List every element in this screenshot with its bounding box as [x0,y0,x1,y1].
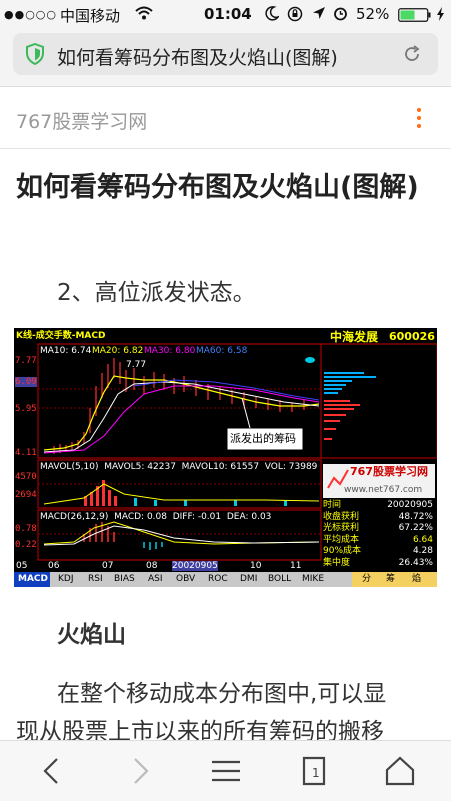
price-label-high: 7.77 [15,356,37,366]
stats-label: 时间 [323,500,342,510]
stats-value: 48.72% [398,511,433,522]
charging-icon [436,7,445,25]
distribution-annotation: 派发出的筹码 [230,432,296,445]
signal-strength: ●●○○○ [4,8,57,21]
macd-label-low: 0.22 [15,540,37,550]
chart-tab: OBV [176,574,196,584]
stats-value: 20020905 [387,500,433,510]
ma10-label: MA10: 6.74 [40,346,92,356]
menu-icon[interactable] [208,753,244,789]
stats-row: 光标获利 67.22% [323,523,435,535]
browser-toolbar: 如何看筹码分布图及火焰山(图解) [0,28,451,87]
x-label: 05 [16,561,28,571]
chart-tab: RSI [88,574,103,584]
alarm-icon [333,6,348,25]
price-label-cursor: 6.09 [15,377,37,387]
reload-icon[interactable] [402,44,422,68]
x-label: 06 [48,561,60,571]
chip-stats-table: 时间 20020905 收盘获利 48.72% 光标获利 67.22% 平均成本 6.6… [323,500,435,569]
stats-value: 26.43% [398,557,433,568]
chart-tab: ROC [208,574,228,584]
stats-label: 集中度 [323,557,351,568]
chart-tab: ASI [148,574,163,584]
rotation-lock-icon [287,6,303,26]
back-icon[interactable] [34,753,70,789]
address-bar[interactable]: 如何看筹码分布图及火焰山(图解) [13,33,438,75]
x-label-cursor: 20020905 [172,561,218,571]
stats-label: 90%成本 [323,546,362,556]
clock: 01:04 [204,5,252,23]
x-label: 11 [290,561,302,571]
chart-tab: DMI [240,574,258,584]
battery-icon [398,8,432,26]
ma30-label: MA30: 6.80 [144,346,196,356]
section-label: 2、高位派发状态。 [57,280,256,306]
chart-tab: KDJ [58,574,74,584]
stats-value: 4.28 [412,546,433,556]
tabs-icon[interactable]: 1 [296,753,332,789]
watermark-title: 767股票学习网 [350,465,428,478]
macd-label-high: 0.78 [15,524,37,534]
stock-code: 600026 [389,330,435,343]
browser-bottom-toolbar: 1 [0,740,451,801]
site-logo-text[interactable]: 767股票学习网 [16,107,147,134]
chart-tab: BIAS [114,574,135,584]
stock-name: 中海发展 [330,330,379,344]
chart-tab: 分 [362,574,372,584]
volume-label-mid: 2694 [15,490,37,500]
status-bar: ●●○○○ 中国移动 01:04 52% [0,0,451,28]
x-label: 10 [250,561,262,571]
site-header: 767股票学习网 [0,88,451,149]
article-title: 如何看筹码分布图及火焰山(图解) [16,172,419,203]
stats-row: 平均成本 6.64 [323,535,435,547]
ma60-label: MA60: 6.58 [196,346,248,356]
stats-value: 6.64 [412,534,433,545]
location-icon [312,6,326,24]
forward-icon[interactable] [122,753,158,789]
peak-price-label: 7.77 [126,360,147,370]
shield-icon [25,42,45,69]
section-heading: 火焰山 [57,622,126,648]
more-menu-icon[interactable] [415,108,423,130]
home-icon[interactable] [382,753,418,789]
stats-row: 集中度 26.43% [323,558,435,570]
wifi-icon [135,6,153,24]
x-label: 08 [146,561,158,571]
macd-indicator-label: MACD(26,12,9) MACD: 0.08 DIFF: -0.01 DEA… [40,512,272,522]
battery-percent: 52% [356,5,390,23]
stats-row: 时间 20020905 [323,500,435,512]
watermark-url: www.net767.com [344,485,423,495]
svg-text:1: 1 [312,766,320,780]
carrier-name: 中国移动 [60,7,121,25]
ma20-label: MA20: 6.82 [92,346,144,356]
chart-tab: BOLL [268,574,292,584]
chart-tab: MIKE [302,574,325,584]
stats-label: 收盘获利 [323,511,360,522]
price-label-mid: 5.95 [15,404,37,414]
chart-tab: 筹 [386,574,396,584]
stats-row: 收盘获利 48.72% [323,512,435,524]
x-label: 07 [102,561,114,571]
stats-row: 90%成本 4.28 [323,546,435,558]
chart-tab: MACD [18,574,48,584]
stats-label: 平均成本 [323,534,360,545]
chart-header-label: K线-成交手数-MACD [16,331,106,341]
moon-icon [265,6,281,25]
stats-value: 67.22% [398,523,433,533]
volume-label-high: 4570 [15,472,37,482]
chart-tab: 焰 [412,574,422,584]
stats-label: 光标获利 [323,523,360,533]
page-title-in-address-bar: 如何看筹码分布图及火焰山(图解) [57,47,338,69]
body-text-line: 在整个移动成本分布图中,可以显 [57,681,387,707]
price-label-low: 4.11 [15,448,37,458]
volume-indicator-label: MAVOL(5,10) MAVOL5: 42237 MAVOL10: 61557… [40,462,318,472]
stock-chart-image: K线-成交手数-MACD 中海发展 600026 MA10: 6.74 MA20… [14,328,437,587]
